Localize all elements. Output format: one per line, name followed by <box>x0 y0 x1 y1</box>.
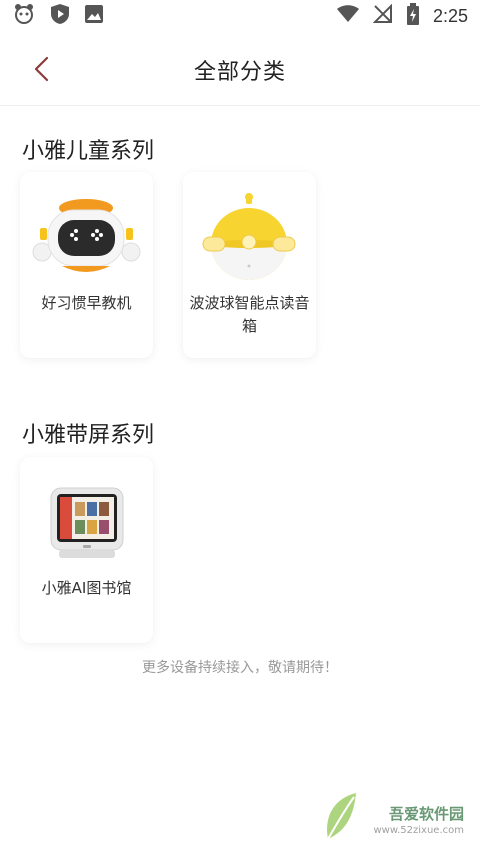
status-right-icons: 2:25 <box>336 3 468 29</box>
device-label: 波波球智能点读音箱 <box>189 294 310 335</box>
wifi-icon <box>336 5 359 27</box>
clock: 2:25 <box>432 5 468 26</box>
no-signal-icon <box>372 3 393 28</box>
ball-speaker-icon <box>195 190 304 285</box>
watermark-text: 吾爱软件园 <box>388 805 464 823</box>
header: 全部分类 <box>0 32 480 106</box>
page-title: 全部分类 <box>193 60 286 85</box>
device-label: 小雅AI图书馆 <box>41 579 132 597</box>
status-bar: 2:25 <box>0 0 480 32</box>
app-notification-icon <box>12 2 36 30</box>
device-card-ball-speaker[interactable]: 波波球智能点读音箱 <box>183 172 316 358</box>
watermark: 吾爱软件园 www.52zixue.com <box>322 781 472 847</box>
footer-note: 更多设备持续接入，敬请期待！ <box>142 660 338 676</box>
device-label: 好习惯早教机 <box>41 294 132 312</box>
watermark-url: www.52zixue.com <box>373 825 465 836</box>
watermark-leaf-icon <box>327 793 356 840</box>
section-title-children: 小雅儿童系列 <box>22 139 155 164</box>
image-icon <box>84 4 104 28</box>
battery-charging-icon <box>406 3 419 29</box>
robot-device-icon <box>32 190 141 285</box>
status-left-icons <box>12 2 104 30</box>
section-title-screen: 小雅带屏系列 <box>22 423 155 448</box>
shield-play-icon <box>50 3 70 29</box>
device-card-ai-library[interactable]: 小雅AI图书馆 <box>20 457 153 643</box>
screen-device-icon <box>32 475 141 570</box>
device-card-habit-learning[interactable]: 好习惯早教机 <box>20 172 153 358</box>
